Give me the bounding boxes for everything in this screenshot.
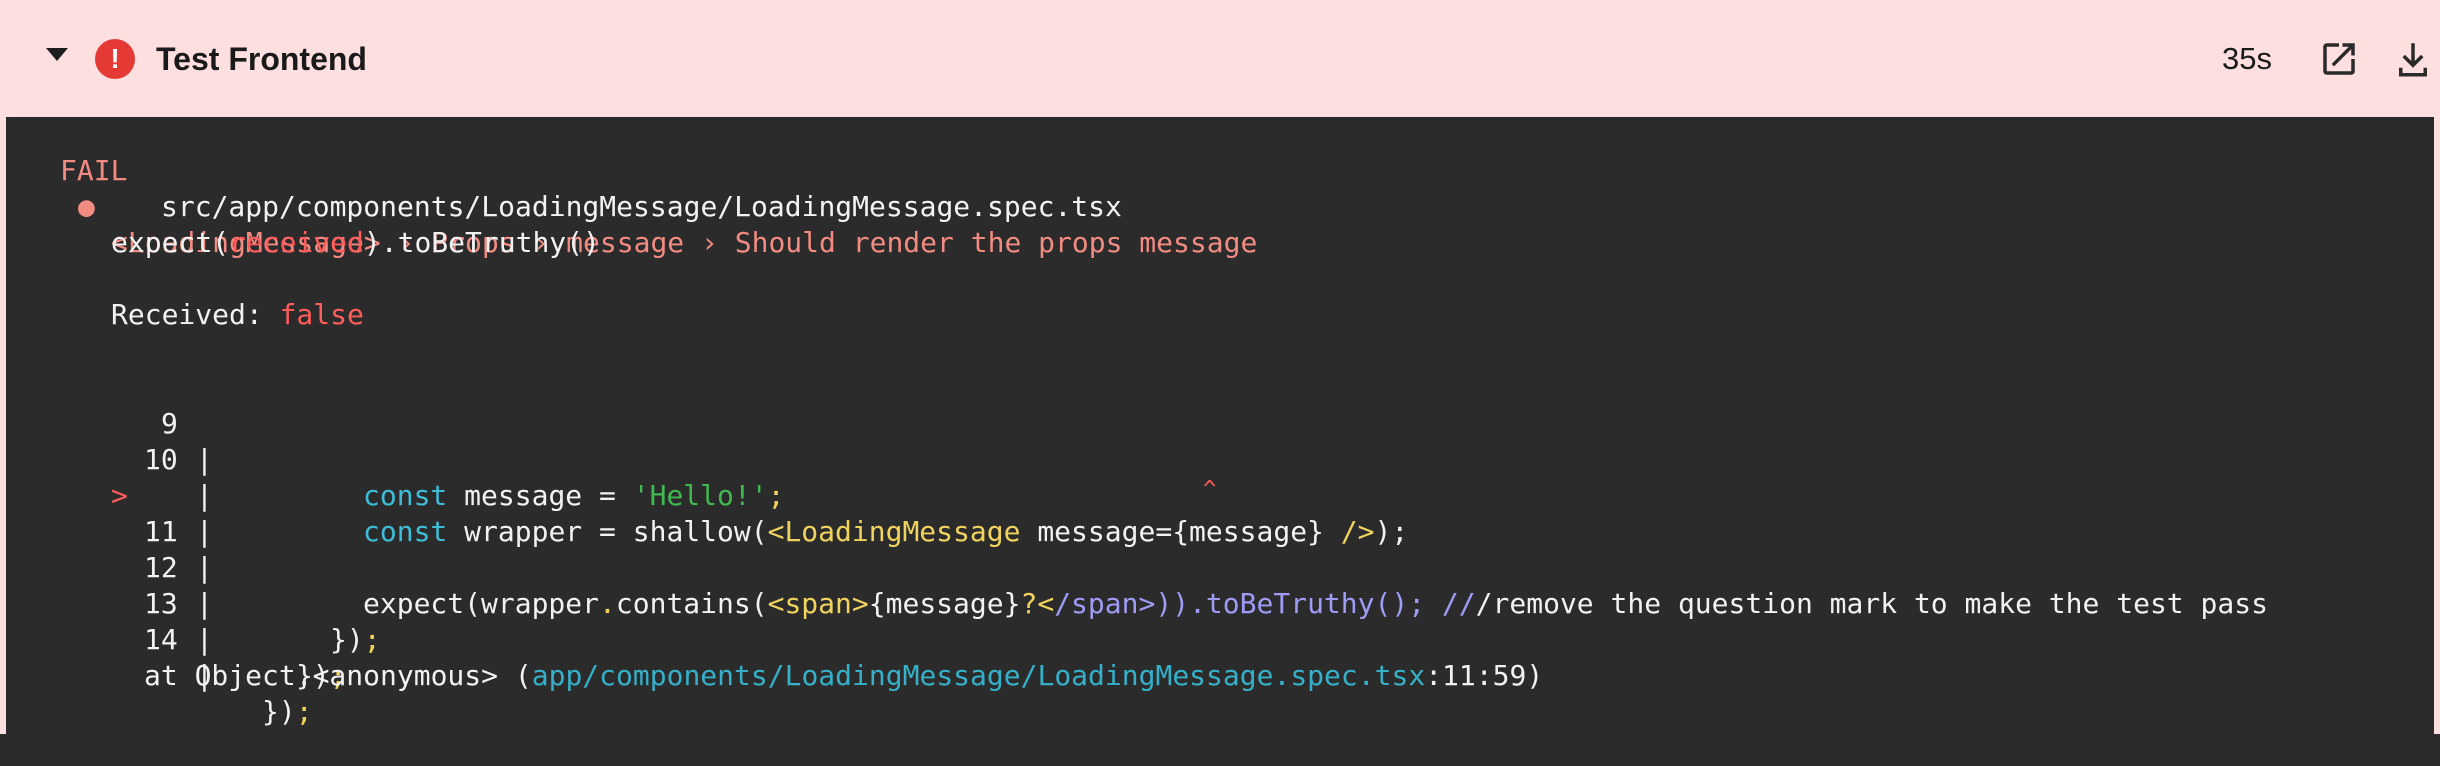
job-duration: 35s — [2222, 41, 2272, 76]
code-text: }); — [330, 623, 381, 656]
log-line-test-name: ● <LoadingMessage> › Props › message › S… — [6, 153, 1257, 259]
received-label: Received: — [111, 298, 280, 331]
log-line-expect: expect(received).toBeTruthy() — [111, 225, 600, 261]
fail-path: src/app/components/LoadingMessage/Loadin… — [161, 190, 1122, 223]
open-in-new-icon[interactable] — [2318, 38, 2360, 80]
error-icon: ! — [95, 39, 135, 79]
job-title: Test Frontend — [156, 41, 367, 77]
error-caret: ^ — [1203, 477, 1217, 502]
stack-path-link[interactable]: app/components/LoadingMessage/LoadingMes… — [532, 659, 1425, 692]
expect-prefix: expect( — [111, 226, 230, 259]
stack-prefix: at Object.<anonymous> ( — [144, 659, 532, 692]
received-value: false — [279, 298, 364, 331]
code-text: expect(wrapper.contains(<span>{message}?… — [363, 587, 2268, 620]
gutter-separator: | — [196, 587, 213, 620]
code-text: const wrapper = shallow(<LoadingMessage … — [363, 515, 1409, 548]
gutter-separator: | — [196, 515, 213, 548]
code-line-12: 12 | }); — [6, 514, 381, 656]
line-number: 10 — [144, 443, 178, 476]
line-number: 12 — [144, 551, 178, 584]
code-line-caret: | ^ — [6, 477, 1216, 548]
job-header[interactable]: ! Test Frontend 35s — [6, 0, 2440, 117]
log-line-stack: at Object.<anonymous> (app/components/Lo… — [144, 658, 1543, 694]
gutter-separator: | — [196, 551, 213, 584]
code-line-10: 10 | const wrapper = shallow(<LoadingMes… — [6, 406, 1408, 548]
code-line-13: 13 | }); — [6, 550, 347, 692]
log-line-fail: FAIL src/app/components/LoadingMessage/L… — [6, 117, 1122, 223]
expect-received: received — [229, 226, 364, 259]
line-number: 13 — [144, 587, 178, 620]
line-number: 9 — [161, 407, 178, 440]
code-text: }); — [262, 695, 313, 728]
code-line-11: > 11 | expect(wrapper.contains(<span>{me… — [6, 442, 2268, 620]
chevron-down-icon[interactable] — [46, 48, 68, 61]
log-line-received: Received: false — [111, 297, 364, 333]
code-text: const message = 'Hello!'; — [363, 479, 785, 512]
code-line-9: 9 | const message = 'Hello!'; — [6, 370, 784, 512]
download-icon[interactable] — [2392, 38, 2434, 80]
stack-suffix: :11:59) — [1425, 659, 1544, 692]
gutter-separator: | — [196, 443, 213, 476]
log-output: FAIL src/app/components/LoadingMessage/L… — [6, 117, 2440, 734]
expect-suffix: ).toBeTruthy() — [363, 226, 600, 259]
line-number: 14 — [144, 623, 178, 656]
code-line-14: 14 | }); — [6, 586, 313, 728]
gutter-separator: | — [196, 479, 213, 512]
line-number: 11 — [144, 515, 178, 548]
bullet: ● — [78, 190, 95, 223]
error-line-marker: > — [111, 479, 128, 512]
gutter-separator: | — [196, 623, 213, 656]
job-log-panel: ! Test Frontend 35s FAIL src/app/compone… — [0, 0, 2440, 734]
